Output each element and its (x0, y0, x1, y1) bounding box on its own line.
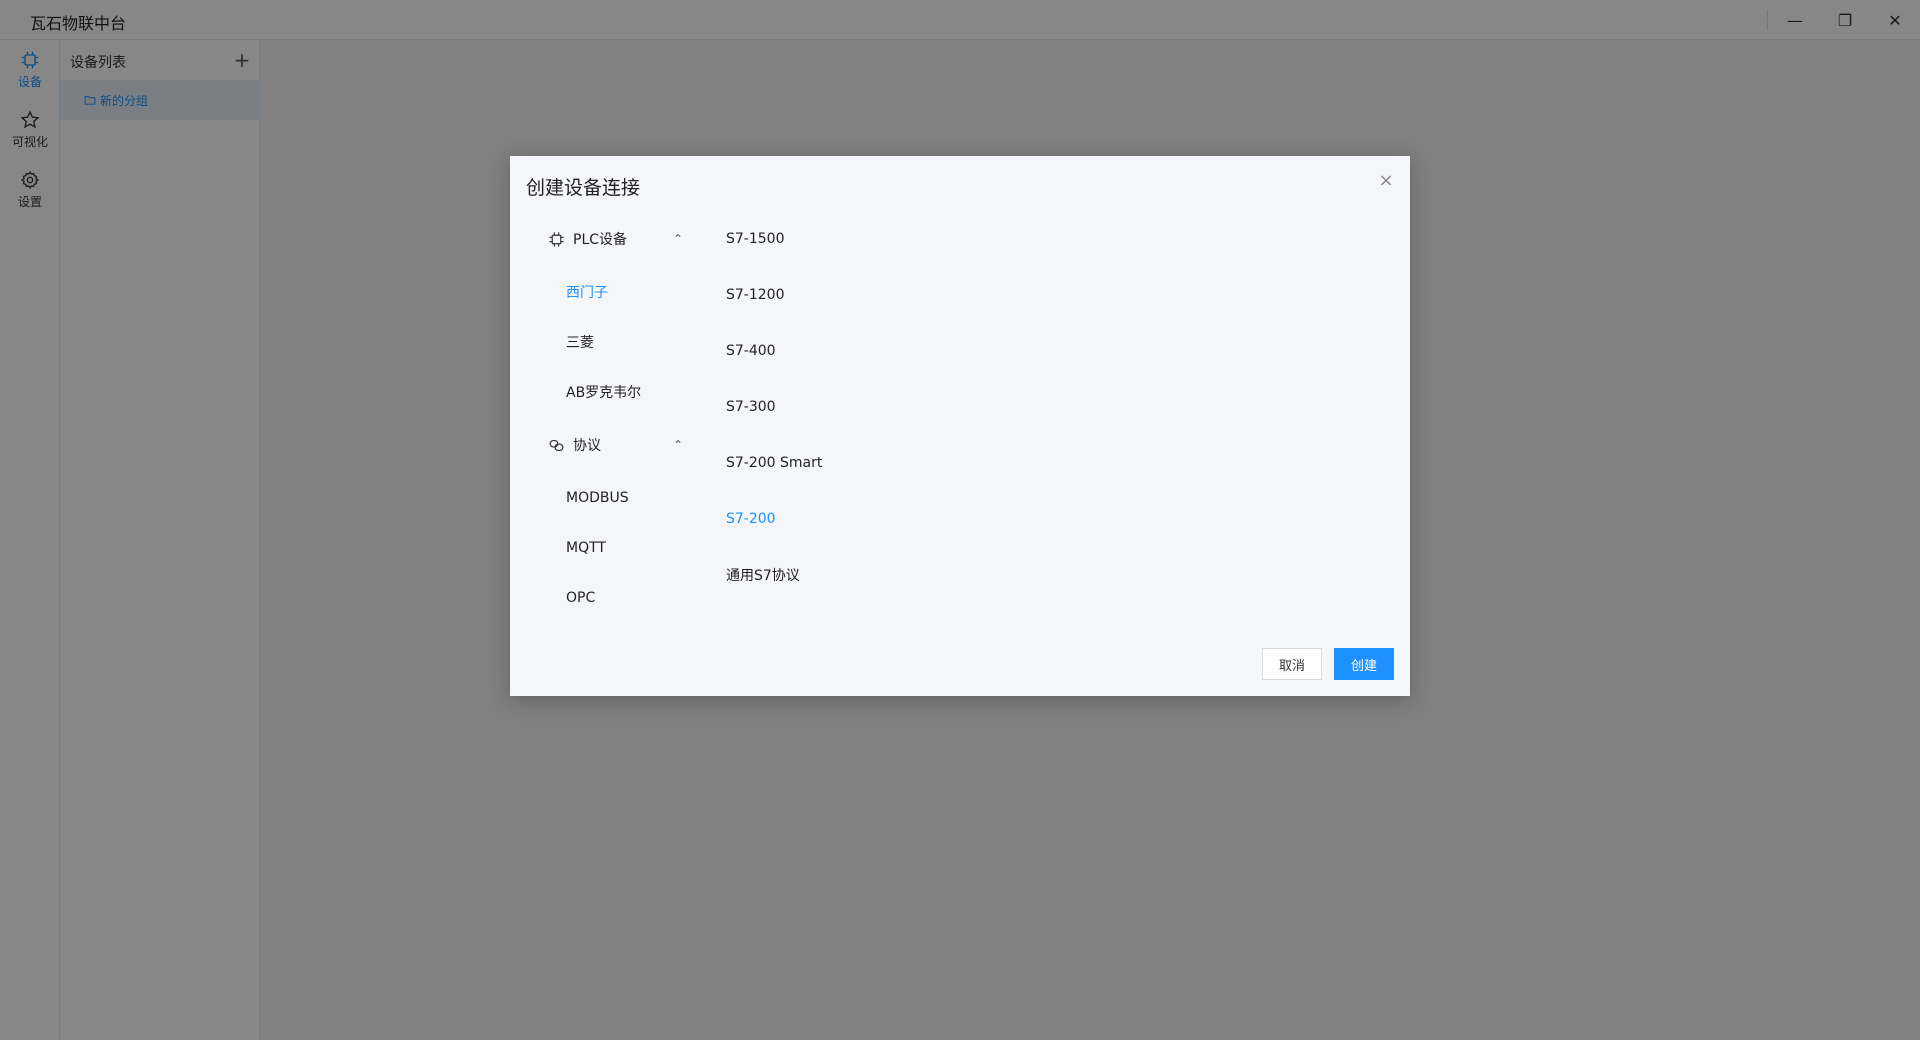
chip-icon (549, 231, 564, 247)
cancel-button[interactable]: 取消 (1262, 648, 1322, 680)
chevron-up-icon[interactable]: ⌃ (670, 437, 686, 453)
vendor-mitsubishi[interactable]: 三菱 (566, 327, 686, 357)
close-icon: × (1378, 169, 1394, 191)
category-protocol-label: 协议 (573, 438, 601, 454)
category-plc[interactable]: PLC设备 (548, 224, 688, 254)
vendor-siemens[interactable]: 西门子 (566, 277, 686, 307)
model-generic-s7[interactable]: 通用S7协议 (726, 560, 1026, 590)
model-s7-200-smart[interactable]: S7-200 Smart (726, 448, 1026, 478)
model-s7-1500[interactable]: S7-1500 (726, 224, 1026, 254)
create-button[interactable]: 创建 (1334, 648, 1394, 680)
create-connection-dialog: 创建设备连接 × PLC设备 ⌃ 西门子 三菱 AB罗克韦尔 协议 ⌃ MODB… (510, 156, 1410, 696)
model-s7-200[interactable]: S7-200 (726, 504, 1026, 534)
protocol-opc[interactable]: OPC (566, 583, 686, 613)
protocol-icon (549, 439, 564, 451)
model-s7-300[interactable]: S7-300 (726, 392, 1026, 422)
vendor-rockwell[interactable]: AB罗克韦尔 (566, 377, 686, 407)
chevron-up-icon[interactable]: ⌃ (670, 231, 686, 247)
dialog-close-button[interactable]: × (1374, 168, 1398, 192)
protocol-mqtt[interactable]: MQTT (566, 533, 686, 563)
category-plc-label: PLC设备 (573, 232, 628, 248)
category-protocol[interactable]: 协议 (548, 430, 688, 460)
model-s7-1200[interactable]: S7-1200 (726, 280, 1026, 310)
protocol-modbus[interactable]: MODBUS (566, 483, 686, 513)
model-s7-400[interactable]: S7-400 (726, 336, 1026, 366)
dialog-title: 创建设备连接 (526, 177, 641, 199)
